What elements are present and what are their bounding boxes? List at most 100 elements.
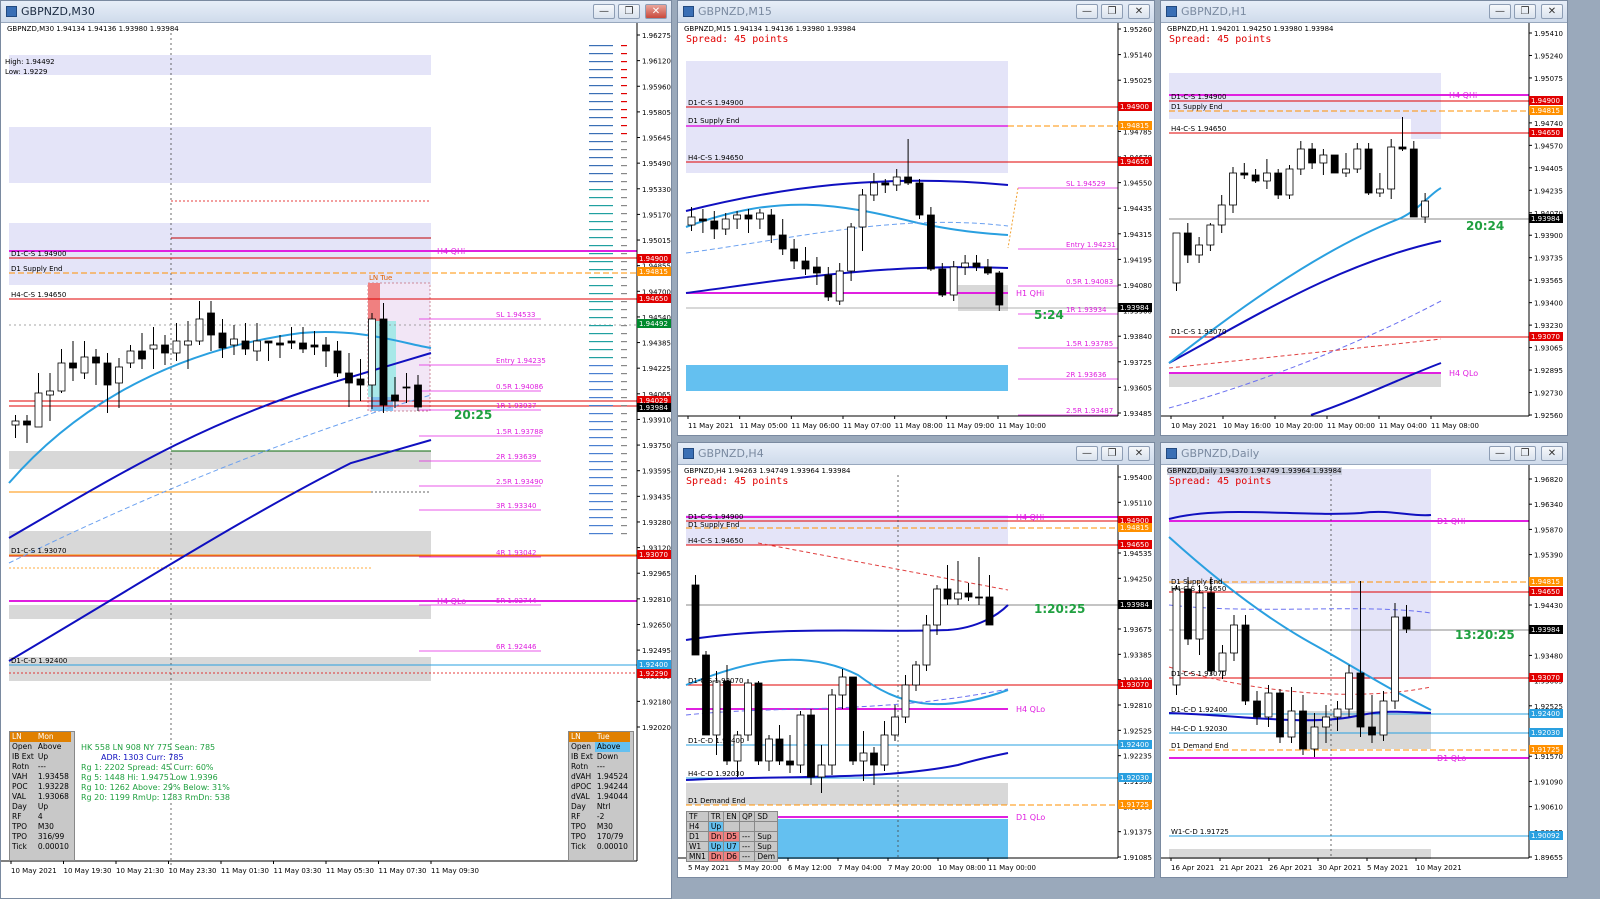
time-axis-label: 11 May 09:00 (946, 422, 994, 430)
tick-row-flag (621, 261, 627, 263)
chart-window-icon (6, 6, 17, 17)
tick-row-flag (621, 405, 627, 407)
ma-line-dark (685, 179, 1009, 212)
window-titlebar[interactable]: GBPNZD,Daily — ❐ ✕ (1161, 443, 1567, 465)
profile-row: Tick 0.00010 (10, 842, 71, 852)
trend-cell: W1 (686, 841, 709, 852)
chart-area[interactable]: D1-C-S 1.94900 D1 Supply End H4-C-S 1.94… (1161, 23, 1567, 435)
level-label: D1 Supply End (688, 521, 739, 529)
price-axis-label: 1.92810 (1123, 702, 1152, 710)
fib-label: 6R 1.92446 (496, 643, 537, 651)
price-tag-label: 1.93070 (1120, 681, 1149, 689)
maximize-button[interactable]: ❐ (1514, 4, 1536, 19)
chart-window-daily[interactable]: GBPNZD,Daily — ❐ ✕ D1 Supply End H4-C-S … (1160, 442, 1568, 878)
tick-row-flag (621, 213, 627, 215)
time-axis-label: 5 May 20:00 (738, 864, 782, 872)
demand-zone-blue (778, 819, 1008, 859)
trend-cell: H4 (686, 821, 709, 832)
trend-cell: Dn (707, 831, 725, 842)
candle-body (687, 216, 696, 226)
chart-canvas[interactable]: SL 1.94529 Entry 1.94231 0.5R 1.94083 1R 1.… (678, 23, 1155, 436)
stats-line: Rg 20: 1199 RmUp: 1283 RmDn: 538 (81, 793, 231, 802)
minimize-button[interactable]: — (593, 4, 615, 19)
time-axis: 11 May 2021 11 May 05:00 11 May 06:00 11 Ma… (687, 416, 1046, 430)
fib-label: 2R 1.93636 (1066, 371, 1107, 379)
candle-body (1218, 652, 1227, 672)
price-axis-label: 1.95410 (1534, 30, 1563, 38)
candle-body (943, 588, 952, 600)
profile-cell: --- (37, 762, 46, 771)
candle-body (712, 680, 721, 736)
tick-row (589, 293, 613, 295)
window-titlebar[interactable]: GBPNZD,M15 — ❐ ✕ (678, 1, 1154, 23)
chart-area[interactable]: SL 1.94529 Entry 1.94231 0.5R 1.94083 1R 1.… (678, 23, 1154, 435)
close-button[interactable]: ✕ (645, 4, 667, 19)
profile-row: IB Ext Down (569, 752, 630, 762)
chart-canvas[interactable]: D1-C-S 1.94900 D1 Supply End H4-C-S 1.94… (1161, 23, 1568, 436)
minimize-button[interactable]: — (1489, 446, 1511, 461)
close-button[interactable]: ✕ (1128, 4, 1150, 19)
profile-row: Day Up (10, 802, 71, 812)
time-axis-label: 11 May 00:00 (988, 864, 1036, 872)
price-axis-label: 1.94550 (1123, 180, 1152, 188)
tick-row (589, 437, 613, 439)
price-axis-label: 1.92495 (642, 647, 671, 655)
candle-body (11, 420, 20, 426)
trend-cell (754, 821, 779, 832)
candle-body (69, 362, 77, 369)
candle-body (733, 214, 741, 220)
chart-canvas[interactable]: D1 Supply End H4-C-S 1.94650 D1-C-S 1.93… (1161, 465, 1568, 878)
chart-area[interactable]: SL 1.94533 Entry 1.94235 0.5R 1.94086 1R 1.… (1, 23, 671, 898)
price-axis-label: 1.91570 (1534, 753, 1563, 761)
maximize-button[interactable]: ❐ (1101, 446, 1123, 461)
panel-head: Mon (37, 732, 54, 741)
window-titlebar[interactable]: GBPNZD,H1 — ❐ ✕ (1161, 1, 1567, 23)
level-label: H4-C-S 1.94650 (1171, 125, 1226, 133)
tick-row (589, 221, 613, 223)
minimize-button[interactable]: — (1076, 4, 1098, 19)
minimize-button[interactable]: — (1076, 446, 1098, 461)
trend-head-cell: TF (686, 811, 709, 822)
window-title: GBPNZD,H4 (698, 447, 764, 460)
profile-cell: IB Ext (571, 752, 593, 761)
maximize-button[interactable]: ❐ (1514, 446, 1536, 461)
profile-row: TPO 316/99 (10, 832, 71, 842)
tick-row (589, 85, 613, 87)
minimize-button[interactable]: — (1489, 4, 1511, 19)
window-titlebar[interactable]: GBPNZD,H4 — ❐ ✕ (678, 443, 1154, 465)
candle-body (1195, 244, 1203, 256)
close-button[interactable]: ✕ (1541, 446, 1563, 461)
tick-row-flag (621, 413, 627, 415)
window-title: GBPNZD,H1 (1181, 5, 1247, 18)
close-button[interactable]: ✕ (1128, 446, 1150, 461)
price-axis-label: 1.94430 (1534, 602, 1563, 610)
time-axis: 10 May 2021 10 May 19:30 10 May 21:30 10 Ma… (10, 861, 479, 875)
profile-cell: 1.93228 (37, 782, 69, 791)
chart-window-h1[interactable]: GBPNZD,H1 — ❐ ✕ D1-C-S 1.94900 D1 Supply… (1160, 0, 1568, 436)
candle-body (1409, 148, 1418, 218)
price-axis-label: 1.93675 (1123, 626, 1152, 634)
chart-window-m15[interactable]: GBPNZD,M15 — ❐ ✕ SL 1.94529 Entry 1.94231… (677, 0, 1155, 436)
profile-cell: POC (12, 782, 28, 791)
tick-row (589, 349, 613, 351)
ma-line-red-dashed (1168, 338, 1442, 369)
chart-window-h4[interactable]: GBPNZD,H4 — ❐ ✕ D1-C-S 1.94900 D1 Supply… (677, 442, 1155, 878)
chart-area[interactable]: D1-C-S 1.94900 D1 Supply End H4-C-S 1.94… (678, 465, 1154, 877)
level-label: D1 QLo (1437, 754, 1466, 763)
price-axis-label: 1.95330 (642, 186, 671, 194)
tick-row (589, 285, 613, 287)
tick-row-flag (621, 93, 627, 95)
close-button[interactable]: ✕ (1541, 4, 1563, 19)
price-axis-label: 1.94740 (1534, 120, 1563, 128)
candle-body (379, 318, 388, 406)
trend-cell: D5 (723, 831, 740, 842)
candle-body (218, 332, 227, 349)
chart-area[interactable]: D1 Supply End H4-C-S 1.94650 D1-C-S 1.93… (1161, 465, 1567, 877)
chart-window-m30[interactable]: GBPNZD,M30 — ❐ ✕ SL 1.94533 Entry 1.9423… (0, 0, 672, 899)
trend-head-cell: TR (707, 811, 725, 822)
price-axis-label: 1.92810 (642, 596, 671, 604)
price-axis-label: 1.92180 (642, 698, 671, 706)
maximize-button[interactable]: ❐ (618, 4, 640, 19)
maximize-button[interactable]: ❐ (1101, 4, 1123, 19)
window-titlebar[interactable]: GBPNZD,M30 — ❐ ✕ (1, 1, 671, 23)
